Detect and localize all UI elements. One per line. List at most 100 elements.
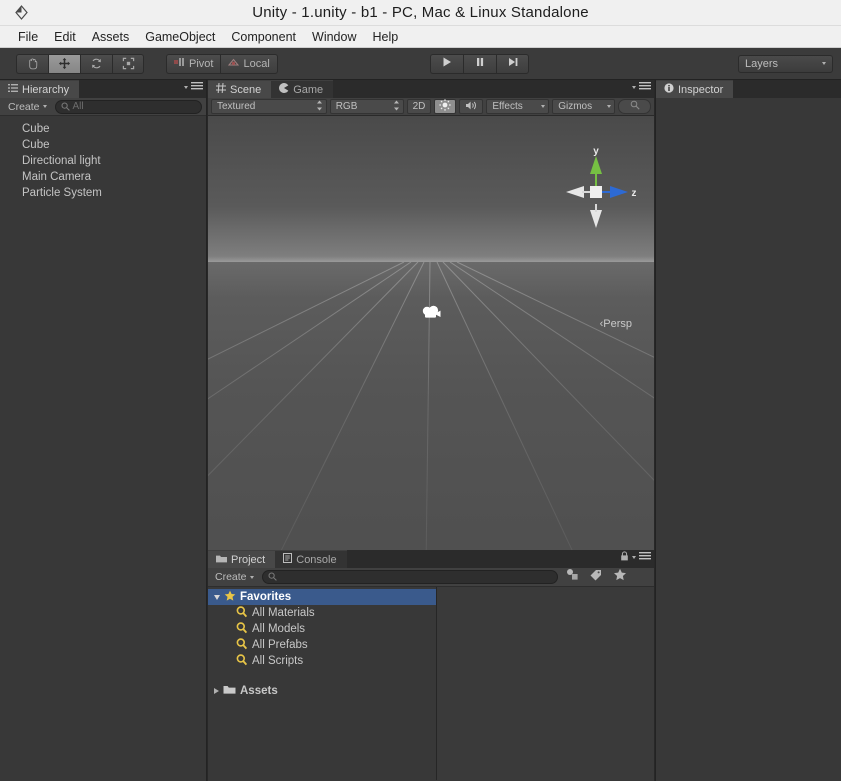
chevron-down-icon[interactable] xyxy=(184,85,188,89)
title-bar: Unity - 1.unity - b1 - PC, Mac & Linux S… xyxy=(0,0,841,26)
chevron-down-icon[interactable] xyxy=(632,555,636,559)
search-icon xyxy=(630,100,640,113)
hamburger-menu-icon[interactable] xyxy=(639,548,651,566)
audio-toggle-button[interactable] xyxy=(459,99,484,114)
transform-tool-group xyxy=(16,53,144,74)
scene-grid-icon xyxy=(216,82,226,96)
hierarchy-panel: Hierarchy Create All Cube Cube Direction… xyxy=(0,80,207,781)
tree-row-all-scripts-label: All Scripts xyxy=(252,655,304,667)
svg-text:z: z xyxy=(632,188,637,199)
chevron-down-icon xyxy=(249,575,254,579)
tab-hierarchy[interactable]: Hierarchy xyxy=(0,80,80,98)
menu-assets[interactable]: Assets xyxy=(84,28,138,46)
project-create-button[interactable]: Create xyxy=(211,570,258,585)
main-toolbar: Pivot Local Layers xyxy=(0,48,841,80)
tree-row-all-models[interactable]: All Models xyxy=(208,621,436,637)
menu-file[interactable]: File xyxy=(10,28,46,46)
scale-tool-button[interactable] xyxy=(112,53,144,74)
step-icon xyxy=(507,55,519,73)
project-search-input[interactable] xyxy=(261,570,558,584)
hierarchy-create-button[interactable]: Create xyxy=(4,99,51,114)
menu-component[interactable]: Component xyxy=(223,28,304,46)
tab-inspector[interactable]: Inspector xyxy=(656,80,734,98)
pause-button[interactable] xyxy=(463,53,496,74)
layers-label: Layers xyxy=(745,57,779,70)
perspective-mode-label[interactable]: ‹Persp xyxy=(600,318,632,330)
move-arrows-icon xyxy=(58,57,71,70)
project-body: Favorites All Materials All Models All P… xyxy=(208,587,654,780)
hierarchy-item-cube-2[interactable]: Cube xyxy=(0,137,206,153)
hamburger-menu-icon[interactable] xyxy=(191,78,203,96)
camera-gizmo-icon[interactable] xyxy=(421,305,443,326)
tree-row-all-materials[interactable]: All Materials xyxy=(208,605,436,621)
tab-console[interactable]: Console xyxy=(275,550,347,568)
hierarchy-search-input[interactable]: All xyxy=(54,98,202,116)
rotate-tool-button[interactable] xyxy=(80,53,112,74)
filter-favorite-icon xyxy=(613,568,627,586)
twod-toggle-button[interactable]: 2D xyxy=(406,99,432,114)
project-tab-tools xyxy=(620,548,651,566)
hierarchy-item-main-camera[interactable]: Main Camera xyxy=(0,169,206,185)
filter-label-button[interactable] xyxy=(586,569,606,585)
hierarchy-item-particle-system[interactable]: Particle System xyxy=(0,185,206,201)
lighting-toggle-button[interactable] xyxy=(434,99,457,114)
effects-dropdown[interactable]: Effects xyxy=(486,99,550,114)
folder-icon xyxy=(223,684,236,698)
game-pacman-icon xyxy=(279,83,289,96)
chevron-right-icon[interactable] xyxy=(214,688,219,694)
tree-row-favorites-label: Favorites xyxy=(240,591,292,603)
tree-row-favorites[interactable]: Favorites xyxy=(208,589,436,605)
project-content-area[interactable] xyxy=(437,587,654,780)
hierarchy-create-label: Create xyxy=(8,100,40,113)
hand-tool-button[interactable] xyxy=(16,53,48,74)
project-tabbar: Project Console xyxy=(208,550,654,568)
playback-controls xyxy=(430,53,529,74)
tab-scene[interactable]: Scene xyxy=(208,80,272,98)
filter-favorite-button[interactable] xyxy=(610,568,630,586)
chevron-down-icon xyxy=(822,62,826,65)
layers-dropdown[interactable]: Layers xyxy=(738,54,833,73)
tree-row-all-prefabs[interactable]: All Prefabs xyxy=(208,637,436,653)
scene-viewport[interactable]: y z ‹Persp xyxy=(208,116,654,567)
scene-orientation-gizmo[interactable]: y z xyxy=(556,146,637,251)
chevron-down-icon[interactable] xyxy=(632,85,636,89)
scene-search-input[interactable] xyxy=(618,99,651,114)
inspector-content-area[interactable] xyxy=(656,98,841,781)
hierarchy-list: Cube Cube Directional light Main Camera … xyxy=(0,116,206,201)
chevron-down-icon xyxy=(607,105,612,108)
persp-text: Persp xyxy=(603,318,632,330)
local-toggle-button[interactable]: Local xyxy=(220,53,278,74)
menu-window[interactable]: Window xyxy=(304,28,364,46)
menu-help[interactable]: Help xyxy=(364,28,406,46)
tab-project[interactable]: Project xyxy=(208,550,276,568)
tree-row-all-models-label: All Models xyxy=(252,623,306,635)
lock-icon[interactable] xyxy=(620,548,629,566)
hierarchy-item-directional-light[interactable]: Directional light xyxy=(0,153,206,169)
menu-edit[interactable]: Edit xyxy=(46,28,84,46)
gizmos-dropdown[interactable]: Gizmos xyxy=(552,99,616,114)
search-icon xyxy=(61,98,70,116)
star-icon xyxy=(224,590,236,605)
project-toolbar: Create xyxy=(208,568,654,587)
tree-row-all-scripts[interactable]: All Scripts xyxy=(208,653,436,669)
hierarchy-item-cube-1[interactable]: Cube xyxy=(0,121,206,137)
draw-mode-dropdown[interactable]: Textured xyxy=(211,99,327,114)
local-icon xyxy=(228,58,240,70)
tab-inspector-label: Inspector xyxy=(678,83,724,96)
step-button[interactable] xyxy=(496,53,529,74)
hamburger-menu-icon[interactable] xyxy=(639,78,651,96)
play-button[interactable] xyxy=(430,53,463,74)
filter-type-button[interactable] xyxy=(562,569,582,585)
inspector-tabbar-filler xyxy=(733,80,841,98)
pivot-toggle-button[interactable]: Pivot xyxy=(166,53,221,74)
chevron-down-icon[interactable] xyxy=(214,594,220,600)
chevron-down-icon xyxy=(541,105,546,108)
updown-arrows-icon xyxy=(316,100,323,114)
move-tool-button[interactable] xyxy=(48,53,80,74)
tree-row-assets[interactable]: Assets xyxy=(208,683,436,699)
pause-icon xyxy=(474,55,486,73)
hierarchy-toolbar: Create All xyxy=(0,98,206,116)
menu-gameobject[interactable]: GameObject xyxy=(137,28,223,46)
color-mode-dropdown[interactable]: RGB xyxy=(329,99,404,114)
tab-game[interactable]: Game xyxy=(271,80,334,98)
